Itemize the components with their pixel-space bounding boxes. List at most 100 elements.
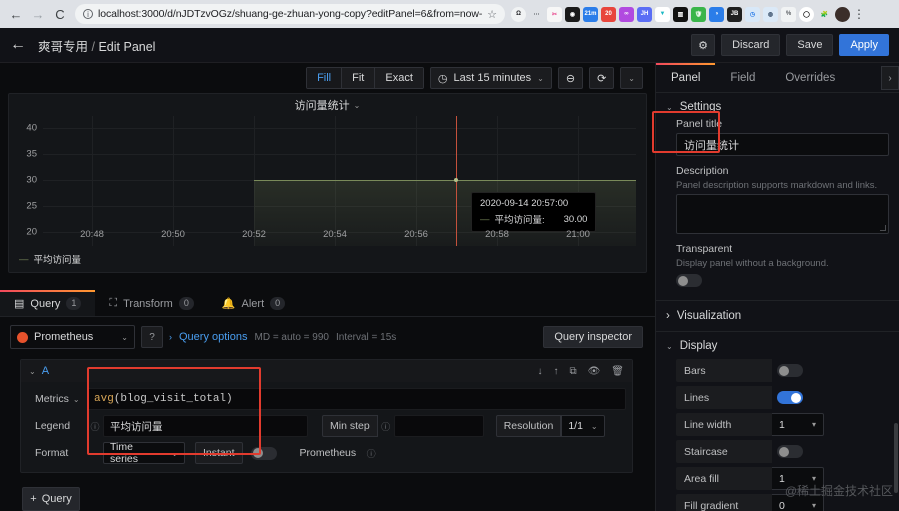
move-down-icon[interactable]: ↓ [537,366,542,377]
visualization-section-header[interactable]: › Visualization [656,301,899,332]
query-inspector-button[interactable]: Query inspector [543,326,643,348]
apply-button[interactable]: Apply [839,34,889,56]
duplicate-icon[interactable]: ⧉ [569,366,576,377]
puzzle-extension[interactable]: 🧩 [817,6,832,22]
code-extension[interactable]: % [781,6,796,22]
query-options[interactable]: › Query options MD = auto = 990 Interval… [169,331,396,343]
y-tick-35: 35 [26,148,37,160]
promql-expression-input[interactable]: avg (blog_visit_total) [87,388,626,410]
remove-query-icon[interactable]: 🗑 [611,366,624,377]
tab-query[interactable]: ▤ Query 1 [0,290,96,316]
hide-response-icon[interactable]: 👁 [588,366,601,377]
tab-alert[interactable]: 🔔 Alert 0 [208,291,299,316]
refresh-button[interactable]: ⟳ [589,67,615,89]
collapse-chevron-icon[interactable]: ⌄ [29,367,36,376]
datasource-picker[interactable]: Prometheus ⌄ [10,325,135,349]
filter-extension[interactable]: ▼ [655,6,670,22]
go-back-icon[interactable]: ← [10,36,38,54]
chart-legend[interactable]: — 平均访问量 [19,252,81,267]
format-select[interactable]: Time series ⌄ [103,441,185,465]
ring-extension[interactable]: ◯ [799,6,814,22]
settings-section-header[interactable]: ⌄ Settings [656,93,899,118]
pink-tool-extension[interactable]: ✂ [547,6,562,22]
staircase-toggle[interactable] [777,445,803,458]
refresh-interval-dropdown[interactable]: ⌄ [620,67,643,89]
panel-header[interactable]: 访问量统计 ⌄ [9,94,646,116]
datasource-help-icon[interactable]: ? [141,326,163,348]
profile-avatar[interactable] [835,6,850,22]
infinity-extension[interactable]: ∞ [619,6,634,22]
site-info-icon[interactable]: i [83,9,93,19]
transparent-toggle[interactable] [676,274,702,287]
time-range-picker[interactable]: ◷ Last 15 minutes ⌄ [429,67,552,89]
tab-panel[interactable]: Panel [656,63,716,92]
size-mode-exact[interactable]: Exact [375,68,423,88]
instant-toggle[interactable] [250,446,277,460]
tab-overrides[interactable]: Overrides [770,63,850,92]
legend-info-icon[interactable]: ⓘ [87,420,103,433]
bars-toggle[interactable] [777,364,803,377]
chevron-down-icon: ⌄ [537,73,544,83]
save-button[interactable]: Save [786,34,834,56]
panel-title-input[interactable]: 访问量统计 [676,133,889,156]
move-up-icon[interactable]: ↑ [553,366,558,377]
bars-label: Bars [676,359,772,382]
tab-alert-count: 0 [270,297,286,310]
bookmark-star-icon[interactable]: ☆ [487,8,497,21]
max-data-points-value: MD = auto = 990 [254,331,329,343]
min-step-info-icon[interactable]: ⓘ [378,420,394,433]
display-section-header[interactable]: ⌄ Display [656,332,899,357]
chevron-down-icon: ▾ [811,420,816,429]
tab-transform[interactable]: ⛶ Transform 0 [95,291,207,316]
plot-area[interactable]: 40 35 30 25 20 2020-09-14 20:57:00 — 平均访… [9,116,646,272]
globe-extension[interactable]: ◍ [763,6,778,22]
zoom-out-button[interactable]: ⊖ [557,67,584,89]
tab-transform-count: 0 [178,297,194,310]
browser-menu-icon[interactable]: ⋮ [853,8,865,20]
description-textarea[interactable] [676,194,889,234]
expression-args: (blog_visit_total) [113,393,233,405]
dots-extension[interactable]: ⋯ [529,6,544,22]
browser-back-icon[interactable]: ← [5,3,27,25]
camera-extension[interactable]: ◉ [565,6,580,22]
panel-menu-chevron-icon[interactable]: ⌄ [354,101,361,110]
legend-line: Legend ⓘ 平均访问量 Min step ⓘ Resolution 1/1… [27,415,626,437]
barcode-extension[interactable]: ▥ [673,6,688,22]
blue-circle-extension[interactable]: ◑ [709,6,724,22]
jb-extension[interactable]: JB [727,6,742,22]
options-next-icon[interactable]: › [881,66,899,90]
panel-settings-gear-icon[interactable]: ⚙ [691,34,716,56]
omega-extension[interactable]: Ω [511,6,526,22]
resolution-label: Resolution [495,415,562,437]
lines-label: Lines [676,386,772,409]
browser-address-bar[interactable]: i localhost:3000/d/nJDTzvOGz/shuang-ge-z… [75,4,505,24]
prometheus-logo-icon [17,331,28,343]
line-width-select[interactable]: 1 ▾ [772,413,824,436]
visualization-toolbar: Fill Fit Exact ◷ Last 15 minutes ⌄ ⊖ ⟳ ⌄ [0,63,655,93]
lines-toggle[interactable] [777,391,803,404]
watermark-text: @稀土掘金技术社区 [784,484,893,498]
legend-format-input[interactable]: 平均访问量 [103,415,308,437]
clock-extension[interactable]: ◷ [745,6,760,22]
query-source-info-icon[interactable]: ⓘ [363,447,379,460]
browser-reload-icon[interactable]: C [49,3,71,25]
staircase-label: Staircase [676,440,772,463]
timer-21m-extension[interactable]: 21m [583,6,598,22]
tab-alert-label: Alert [241,297,265,310]
calendar-20-extension[interactable]: 20 [601,6,616,22]
tab-field[interactable]: Field [715,63,770,92]
jh-extension[interactable]: JH [637,6,652,22]
breadcrumb-dashboard[interactable]: 爽哥专用 [38,40,88,54]
metrics-label-group[interactable]: Metrics ⌄ [27,393,87,405]
format-value: Time series [110,441,139,465]
browser-forward-icon[interactable]: → [27,3,49,25]
size-mode-fit[interactable]: Fit [342,68,376,88]
shield-extension[interactable]: 🛡 [691,6,706,22]
options-scrollbar[interactable] [894,423,898,493]
query-row-body: Metrics ⌄ avg (blog_visit_total) Legend ⓘ… [21,382,632,472]
min-step-input[interactable] [393,415,484,437]
size-mode-fill[interactable]: Fill [307,68,343,88]
discard-button[interactable]: Discard [721,34,781,56]
resolution-select[interactable]: 1/1 ⌄ [561,415,605,437]
add-query-button[interactable]: + Query [22,487,80,511]
